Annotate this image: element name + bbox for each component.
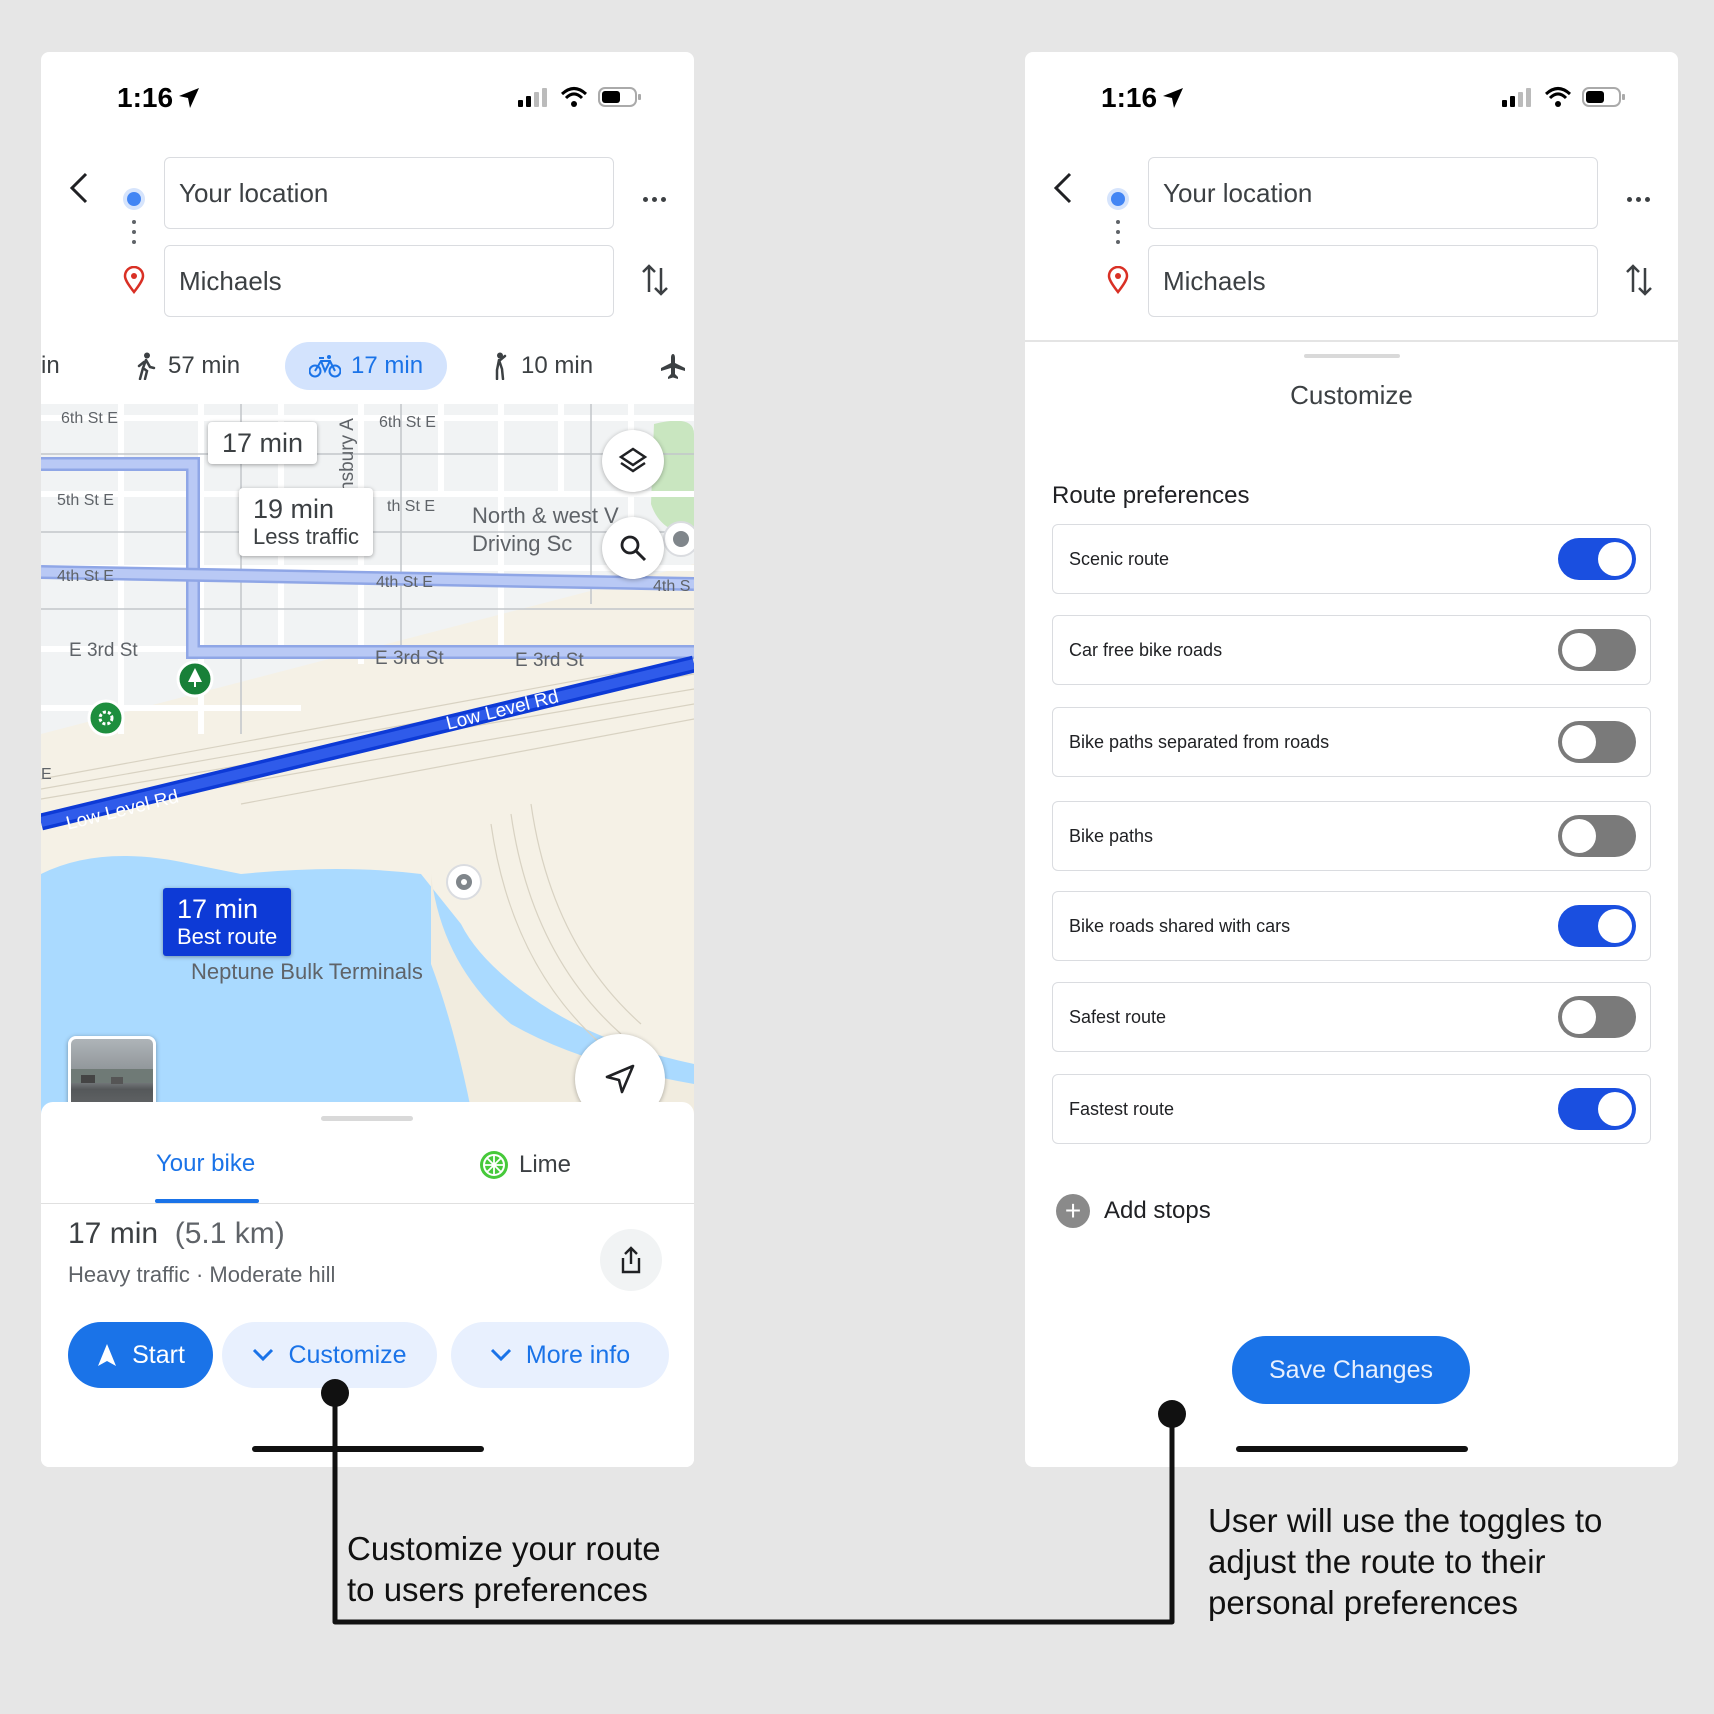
annotation-left: Customize your route to users preference… — [347, 1530, 661, 1608]
annotation-right: User will use the toggles to adjust the … — [1208, 1502, 1603, 1621]
annotation-connector — [321, 1379, 1186, 1625]
